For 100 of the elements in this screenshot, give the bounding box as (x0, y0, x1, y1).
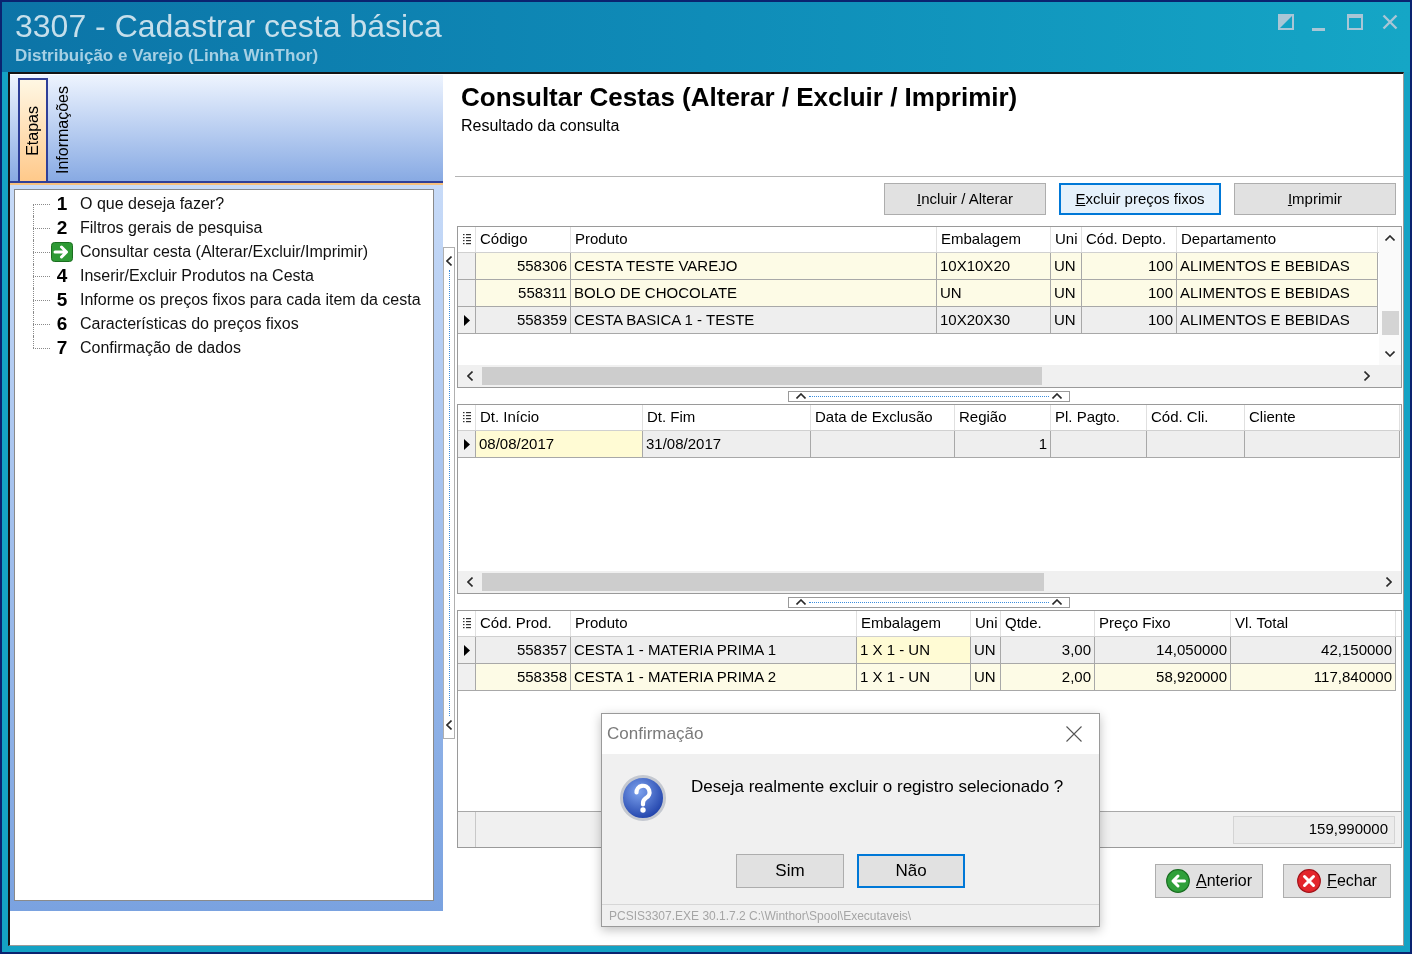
table-cell: UN (971, 637, 1001, 664)
table-cell: ALIMENTOS E BEBIDAS (1177, 253, 1378, 280)
column-header[interactable]: Departamento (1177, 227, 1378, 252)
table-cell: 100 (1082, 280, 1177, 307)
chevron-up-icon[interactable] (796, 393, 806, 399)
table-cell: CESTA TESTE VAREJO (571, 253, 937, 280)
column-header[interactable]: Código (476, 227, 571, 252)
table-cell: 2,00 (1001, 664, 1095, 691)
column-header[interactable]: Pl. Pagto. (1051, 405, 1147, 430)
tab[interactable]: Informações (48, 78, 78, 181)
column-header[interactable]: Dt. Fim (643, 405, 811, 430)
row-indicator[interactable] (458, 307, 476, 334)
page-subtitle: Resultado da consulta (461, 116, 620, 136)
column-header[interactable]: Região (955, 405, 1051, 430)
chevron-right-icon[interactable] (1364, 371, 1370, 381)
splitter-handle[interactable] (788, 596, 1070, 608)
step-item[interactable]: 5 Informe os preços fixos para cada item da cesta (50, 289, 421, 311)
table-cell: 1 X 1 - UN (857, 637, 971, 664)
dialog-message: Deseja realmente excluir o registro selecionado ? (691, 777, 1064, 797)
column-header[interactable]: Qtde. (1001, 611, 1095, 636)
column-list-icon[interactable] (462, 618, 471, 629)
splitter-handle[interactable] (788, 390, 1070, 402)
dialog-button[interactable]: Sim (736, 854, 844, 888)
column-header[interactable]: Uni (1051, 227, 1082, 252)
scrollbar-thumb[interactable] (482, 367, 1042, 385)
step-item[interactable]: 7 Confirmação de dados (50, 337, 241, 359)
column-header[interactable]: Cliente (1245, 405, 1400, 430)
step-item[interactable]: 6 Características do preços fixos (50, 313, 299, 335)
table-cell: 117,840000 (1231, 664, 1396, 691)
column-header[interactable]: Cód. Cli. (1147, 405, 1245, 430)
table-cell: ALIMENTOS E BEBIDAS (1177, 307, 1378, 334)
chevron-right-icon[interactable] (1386, 577, 1392, 587)
toolbar-button[interactable]: Incluir / Alterar (884, 183, 1046, 215)
table-cell: 42,150000 (1231, 637, 1396, 664)
step-item[interactable]: 2 Filtros gerais de pesquisa (50, 217, 263, 239)
chevron-up-icon[interactable] (796, 599, 806, 605)
chevron-up-icon[interactable] (1385, 235, 1395, 241)
table-cell: BOLO DE CHOCOLATE (571, 280, 937, 307)
column-header[interactable]: Embalagem (857, 611, 971, 636)
column-list-icon[interactable] (462, 234, 471, 245)
table-cell: 100 (1082, 307, 1177, 334)
table-cell: 1 (955, 431, 1051, 458)
table-cell: 14,050000 (1095, 637, 1231, 664)
column-header[interactable]: Uni (971, 611, 1001, 636)
table-cell: UN (1051, 280, 1082, 307)
window-title: 3307 - Cadastrar cesta básica (15, 7, 442, 45)
table-cell: 558357 (476, 637, 571, 664)
row-indicator[interactable] (458, 637, 476, 664)
chevron-up-icon[interactable] (1052, 393, 1062, 399)
table-cell: 10X10X20 (937, 253, 1051, 280)
table-cell: UN (1051, 307, 1082, 334)
table-cell: UN (937, 280, 1051, 307)
scrollbar-thumb[interactable] (1381, 311, 1399, 335)
table-cell: 58,920000 (1095, 664, 1231, 691)
table-cell: UN (1051, 253, 1082, 280)
x-circle-icon (1297, 869, 1322, 893)
table-cell: ALIMENTOS E BEBIDAS (1177, 280, 1378, 307)
nav-button[interactable]: Fechar (1283, 864, 1391, 898)
table-cell: 08/08/2017 (476, 431, 643, 458)
summary-total: 159,990000 (1233, 815, 1395, 844)
tab[interactable]: Etapas (18, 78, 48, 181)
column-header[interactable]: Cód. Depto. (1082, 227, 1177, 252)
column-header[interactable]: Cód. Prod. (476, 611, 571, 636)
chevron-left-icon[interactable] (446, 256, 452, 266)
column-header[interactable]: Produto (571, 611, 857, 636)
chevron-left-icon[interactable] (467, 371, 473, 381)
table-cell: 558359 (476, 307, 571, 334)
table-cell: 10X20X30 (937, 307, 1051, 334)
table-cell: UN (971, 664, 1001, 691)
chevron-down-icon[interactable] (1385, 351, 1395, 357)
chevron-up-icon[interactable] (1052, 599, 1062, 605)
chevron-left-icon[interactable] (467, 577, 473, 587)
nav-button[interactable]: Anterior (1155, 864, 1263, 898)
toolbar-button[interactable]: Imprimir (1234, 183, 1396, 215)
column-header[interactable]: Produto (571, 227, 937, 252)
table-cell: 100 (1082, 253, 1177, 280)
step-item[interactable]: 1 O que deseja fazer? (50, 193, 225, 215)
column-list-icon[interactable] (462, 412, 471, 423)
row-indicator[interactable] (458, 431, 476, 458)
toolbar-button[interactable]: Excluir preços fixos (1059, 183, 1221, 215)
step-item[interactable]: Consultar cesta (Alterar/Excluir/Imprimir) (50, 241, 369, 263)
horizontal-scrollbar[interactable] (458, 365, 1401, 387)
column-header[interactable]: Embalagem (937, 227, 1051, 252)
arrow-left-icon (1166, 869, 1190, 893)
column-header[interactable]: Dt. Início (476, 405, 643, 430)
column-header[interactable]: Preço Fixo (1095, 611, 1231, 636)
dialog-button[interactable]: Não (857, 854, 965, 888)
scrollbar-thumb[interactable] (482, 573, 1044, 591)
row-pointer-icon (463, 438, 470, 450)
table-cell: 31/08/2017 (643, 431, 811, 458)
vertical-scrollbar[interactable] (1379, 227, 1401, 365)
close-icon[interactable] (1066, 726, 1082, 742)
step-item[interactable]: 4 Inserir/Excluir Produtos na Cesta (50, 265, 314, 287)
horizontal-scrollbar[interactable] (458, 571, 1401, 593)
table-cell: CESTA 1 - MATERIA PRIMA 2 (571, 664, 857, 691)
column-header[interactable]: Vl. Total (1231, 611, 1396, 636)
table-cell: 558306 (476, 253, 571, 280)
column-header[interactable]: Data de Exclusão (811, 405, 955, 430)
dialog-status-text: PCSIS3307.EXE 30.1.7.2 C:\Winthor\Spool\Executaveis\ (609, 907, 912, 925)
chevron-left-icon[interactable] (446, 720, 452, 730)
